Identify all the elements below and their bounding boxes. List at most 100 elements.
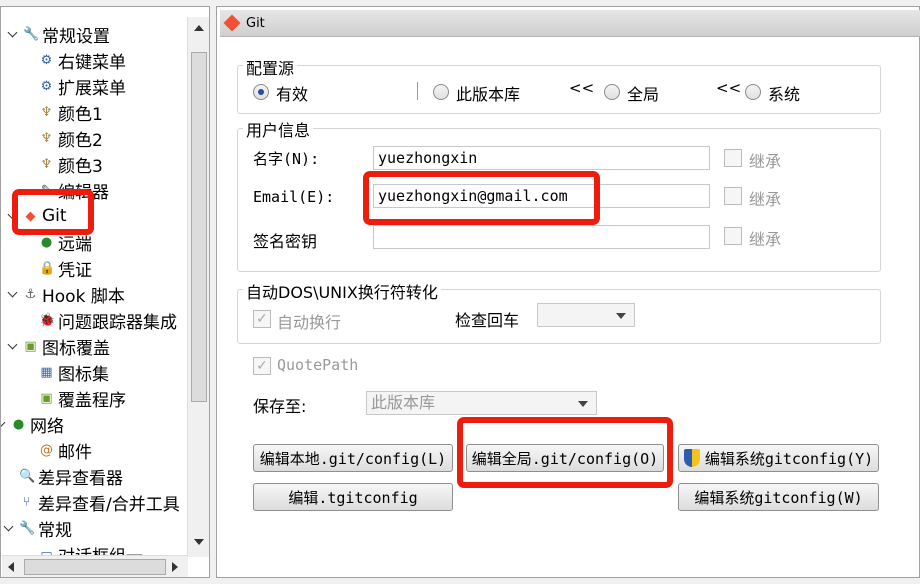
tree-item[interactable]: ♆ 颜色3 — [39, 151, 103, 177]
tree-item[interactable]: ⑂ 差异查看/合并工具 — [19, 489, 180, 515]
diff-icon: 🔍 — [19, 468, 36, 484]
tree-item-label: 图标集 — [58, 364, 109, 385]
radio-system[interactable] — [745, 84, 761, 100]
autocrlf-label: 自动换行 — [277, 313, 342, 332]
tree-item-label: 常规设置 — [42, 26, 110, 47]
wrench-icon: 🔧 — [19, 520, 36, 536]
tree-expander-icon[interactable] — [7, 287, 18, 298]
tree-item[interactable]: ▣ 覆盖程序 — [39, 385, 126, 411]
signing-key-label: 签名密钥 — [253, 232, 318, 251]
radio-repo[interactable] — [433, 84, 449, 100]
tree-item-label: 差异查看器 — [38, 468, 123, 489]
tree-item[interactable]: 🔧 常规设置 — [23, 21, 110, 47]
tree-item[interactable]: @ 邮件 — [39, 437, 92, 463]
chevron-left-icon: << — [716, 79, 742, 97]
chevron-left-icon: << — [569, 79, 595, 97]
tree-expander-icon[interactable] — [1, 417, 6, 428]
radio-effective-label[interactable]: 有效 — [276, 81, 308, 105]
panel-title-bar: Git — [220, 10, 920, 37]
signing-key-field[interactable] — [373, 225, 710, 249]
panel-title: Git — [246, 15, 265, 31]
tree-item[interactable]: ▦ 图标集 — [39, 359, 109, 385]
safecrlf-select[interactable] — [537, 303, 635, 327]
key-inherit-checkbox[interactable] — [724, 227, 742, 245]
email-inherit-label: 继承 — [749, 190, 782, 209]
tree-expander-icon[interactable] — [3, 521, 14, 532]
email-inherit-checkbox[interactable] — [724, 187, 742, 205]
tree-item[interactable]: 🔍 差异查看器 — [19, 463, 123, 489]
edit-system-config-label: 编辑系统gitconfig(Y) — [704, 449, 874, 468]
palette-icon: ♆ — [40, 130, 53, 146]
tree-item[interactable]: ⚙ 右键菜单 — [39, 47, 126, 73]
quotepath-label: QuotePath — [277, 356, 359, 374]
config-source-legend: 配置源 — [243, 55, 298, 79]
tree-scroll-thumb[interactable] — [191, 52, 207, 402]
tree-item-label: Hook 脚本 — [42, 286, 125, 307]
radio-system-label[interactable]: 系统 — [768, 81, 800, 105]
shield-icon — [683, 449, 700, 467]
name-label: 名字(N): — [253, 150, 320, 168]
hook-icon: ⚓ — [24, 286, 37, 302]
tree-item[interactable]: ⚓ Hook 脚本 — [23, 281, 125, 307]
name-inherit-label: 继承 — [749, 152, 782, 171]
tree-item[interactable]: ♆ 颜色2 — [39, 125, 103, 151]
tree-item[interactable]: ▣ 图标覆盖 — [23, 333, 110, 359]
tree-item[interactable]: 🔧 常规 — [19, 515, 72, 541]
tree-hscroll-thumb[interactable] — [24, 559, 166, 575]
tree-item-label: 覆盖程序 — [58, 390, 126, 411]
edit-local-config-button[interactable]: 编辑本地.git/config(L) — [253, 444, 453, 472]
edit-system-config-button[interactable]: 编辑系统gitconfig(Y) — [678, 444, 879, 472]
tree-item-label: 图标覆盖 — [42, 338, 110, 359]
autocrlf-checkbox[interactable]: ✓ — [253, 310, 271, 328]
chevron-down-icon — [616, 313, 626, 319]
save-to-select[interactable]: 此版本库 — [366, 391, 597, 415]
radio-effective[interactable] — [253, 84, 269, 100]
safecrlf-label: 检查回车 — [455, 311, 520, 330]
git-icon — [223, 14, 241, 32]
tree-horizontal-scrollbar[interactable] — [2, 555, 188, 577]
tree-vertical-scrollbar[interactable] — [187, 17, 209, 557]
radio-global[interactable] — [604, 84, 620, 100]
name-field[interactable]: yuezhongxin — [373, 146, 710, 170]
scroll-right-icon[interactable] — [172, 562, 178, 572]
remote-icon: ● — [40, 234, 53, 250]
bug-icon: 🐞 — [39, 312, 56, 328]
settings-tree[interactable]: 🔧 常规设置 ⚙ 右键菜单 ⚙ 扩展菜单 ♆ 颜色1 ♆ 颜色2 ♆ 颜色3 ✎ 编辑器 ◆ Git ● 远端 🔒 凭… — [0, 6, 210, 578]
config-source-separator — [417, 82, 418, 100]
lock-icon: 🔒 — [39, 260, 56, 276]
eol-legend: 自动DOS\UNIX换行符转化 — [243, 279, 441, 303]
scroll-up-icon[interactable] — [194, 25, 204, 31]
radio-repo-label[interactable]: 此版本库 — [456, 81, 520, 105]
scroll-left-icon[interactable] — [8, 562, 14, 572]
save-to-label: 保存至: — [253, 397, 307, 416]
mail-icon: @ — [40, 442, 53, 458]
palette-icon: ♆ — [40, 156, 53, 172]
scroll-down-icon[interactable] — [194, 539, 204, 545]
highlight-global-config-button — [457, 417, 673, 488]
edit-tgitconfig-button[interactable]: 编辑.tgitconfig — [253, 483, 453, 511]
quotepath-checkbox[interactable]: ✓ — [253, 357, 271, 375]
name-inherit-checkbox[interactable] — [724, 149, 742, 167]
tree-item-label: 右键菜单 — [58, 52, 126, 73]
tree-item-label: 颜色1 — [58, 104, 103, 125]
chevron-down-icon — [578, 401, 588, 407]
tree-item[interactable]: 🐞 问题跟踪器集成 — [39, 307, 177, 333]
tree-item[interactable]: ⚙ 扩展菜单 — [39, 73, 126, 99]
tree-item-label: 邮件 — [58, 442, 92, 463]
radio-global-label[interactable]: 全局 — [627, 81, 659, 105]
tree-expander-icon[interactable] — [7, 27, 18, 38]
tree-item[interactable]: ● 网络 — [11, 411, 64, 437]
network-icon: ● — [12, 416, 25, 432]
email-label: Email(E): — [253, 188, 335, 206]
gear-icon: ⚙ — [40, 52, 53, 68]
wrench-icon: 🔧 — [23, 26, 40, 42]
tree-item-label: 网络 — [30, 416, 64, 437]
tree-item[interactable]: 🔒 凭证 — [39, 255, 92, 281]
overlay-icon: ▣ — [40, 390, 53, 406]
user-info-legend: 用户信息 — [243, 117, 314, 141]
tree-expander-icon[interactable] — [7, 339, 18, 350]
edit-system-config-w-button[interactable]: 编辑系统gitconfig(W) — [678, 483, 879, 511]
tree-item-label: 扩展菜单 — [58, 78, 126, 99]
tree-item[interactable]: ♆ 颜色1 — [39, 99, 103, 125]
tree-item-label: 颜色3 — [58, 156, 103, 177]
